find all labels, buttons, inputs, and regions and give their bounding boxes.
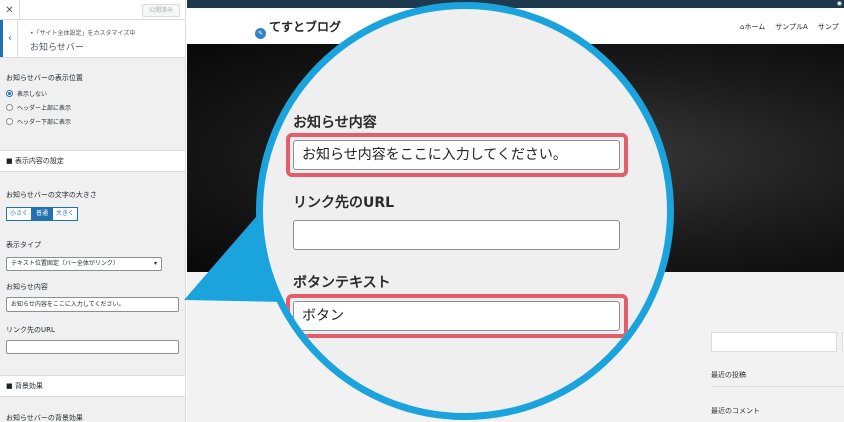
radio-dot[interactable] [6, 104, 13, 111]
radio-dot[interactable] [6, 118, 13, 125]
position-label: お知らせバーの表示位置 [6, 74, 83, 82]
link-url-label: リンク先のURL [6, 326, 55, 334]
chevron-left-icon[interactable]: ‹ [0, 20, 18, 57]
customizer-sidebar: ✕ 公開済み ‹ •「サイト全体設定」をカスタマイズ中 お知らせバー お知らせバ… [0, 0, 186, 422]
nav-item-sample[interactable]: サンプ [818, 22, 839, 32]
zoom-url-input[interactable] [293, 220, 620, 250]
zoom-notice-label: お知らせ内容 [293, 115, 377, 131]
radio-label: ヘッダー下部に表示 [17, 119, 72, 126]
display-type-label: 表示タイプ [6, 241, 41, 249]
zoom-button-text-label: ボタンテキスト [293, 275, 391, 291]
size-normal-button[interactable]: 普通 [32, 207, 53, 221]
widget-title-recent-posts: 最近の投稿 [711, 371, 746, 379]
size-large-button[interactable]: 大きく [52, 207, 79, 221]
text-size-button-group: 小さく 普通 大きく [6, 207, 79, 221]
content-settings-heading: ■ 表示内容の設定 [0, 150, 185, 172]
position-radio-hidden[interactable]: 表示しない [6, 89, 47, 98]
chevron-down-icon: ▾ [153, 260, 157, 267]
notice-content-input[interactable]: お知らせ内容をここに入力してください。 [6, 297, 179, 312]
rss-icon[interactable]: ◉ [837, 0, 842, 8]
widget-search-input[interactable] [711, 332, 837, 352]
display-type-select[interactable]: テキスト位置固定（バー全体がリンク） ▾ [6, 257, 162, 271]
radio-label: 表示しない [17, 91, 48, 98]
zoom-url-label: リンク先のURL [293, 195, 395, 211]
nav-item-home[interactable]: ⌂ホーム [740, 22, 765, 32]
position-radio-above[interactable]: ヘッダー上部に表示 [6, 103, 71, 112]
customizer-header: ✕ 公開済み [0, 0, 185, 20]
close-icon[interactable]: ✕ [0, 0, 20, 20]
breadcrumb: •「サイト全体設定」をカスタマイズ中 [30, 30, 136, 37]
nav-label: ホーム [744, 23, 766, 31]
divider [711, 386, 844, 387]
display-type-value: テキスト位置固定（バー全体がリンク） [11, 260, 119, 267]
site-title[interactable]: てすとブログ [269, 18, 341, 35]
publish-button[interactable]: 公開済み [141, 4, 180, 17]
section-title: お知らせバー [30, 43, 84, 53]
global-nav: ⌂ホーム サンプルA サンプ [740, 22, 839, 32]
text-size-label: お知らせバーの文字の大きさ [6, 191, 97, 199]
background-effect-heading: ■ 背景効果 [0, 375, 185, 397]
radio-dot[interactable] [6, 90, 13, 97]
notice-content-label: お知らせ内容 [6, 283, 48, 291]
highlight-box [286, 294, 628, 338]
background-effect-label: お知らせバーの背景効果 [6, 414, 83, 422]
nav-item-sample-a[interactable]: サンプルA [775, 22, 808, 32]
radio-label: ヘッダー上部に表示 [17, 105, 72, 112]
top-bar: ◉ [187, 0, 844, 8]
widget-title-recent-comments: 最近のコメント [711, 407, 760, 415]
highlight-box [286, 133, 628, 177]
pencil-icon[interactable]: ✎ [255, 28, 266, 39]
zoom-magnifier: お知らせ内容 お知らせ内容をここに入力してください。 リンク先のURL ボタンテ… [256, 2, 674, 420]
link-url-input[interactable] [6, 340, 179, 354]
section-header: ‹ •「サイト全体設定」をカスタマイズ中 お知らせバー [0, 20, 185, 58]
position-radio-below[interactable]: ヘッダー下部に表示 [6, 117, 71, 126]
size-small-button[interactable]: 小さく [6, 207, 33, 221]
